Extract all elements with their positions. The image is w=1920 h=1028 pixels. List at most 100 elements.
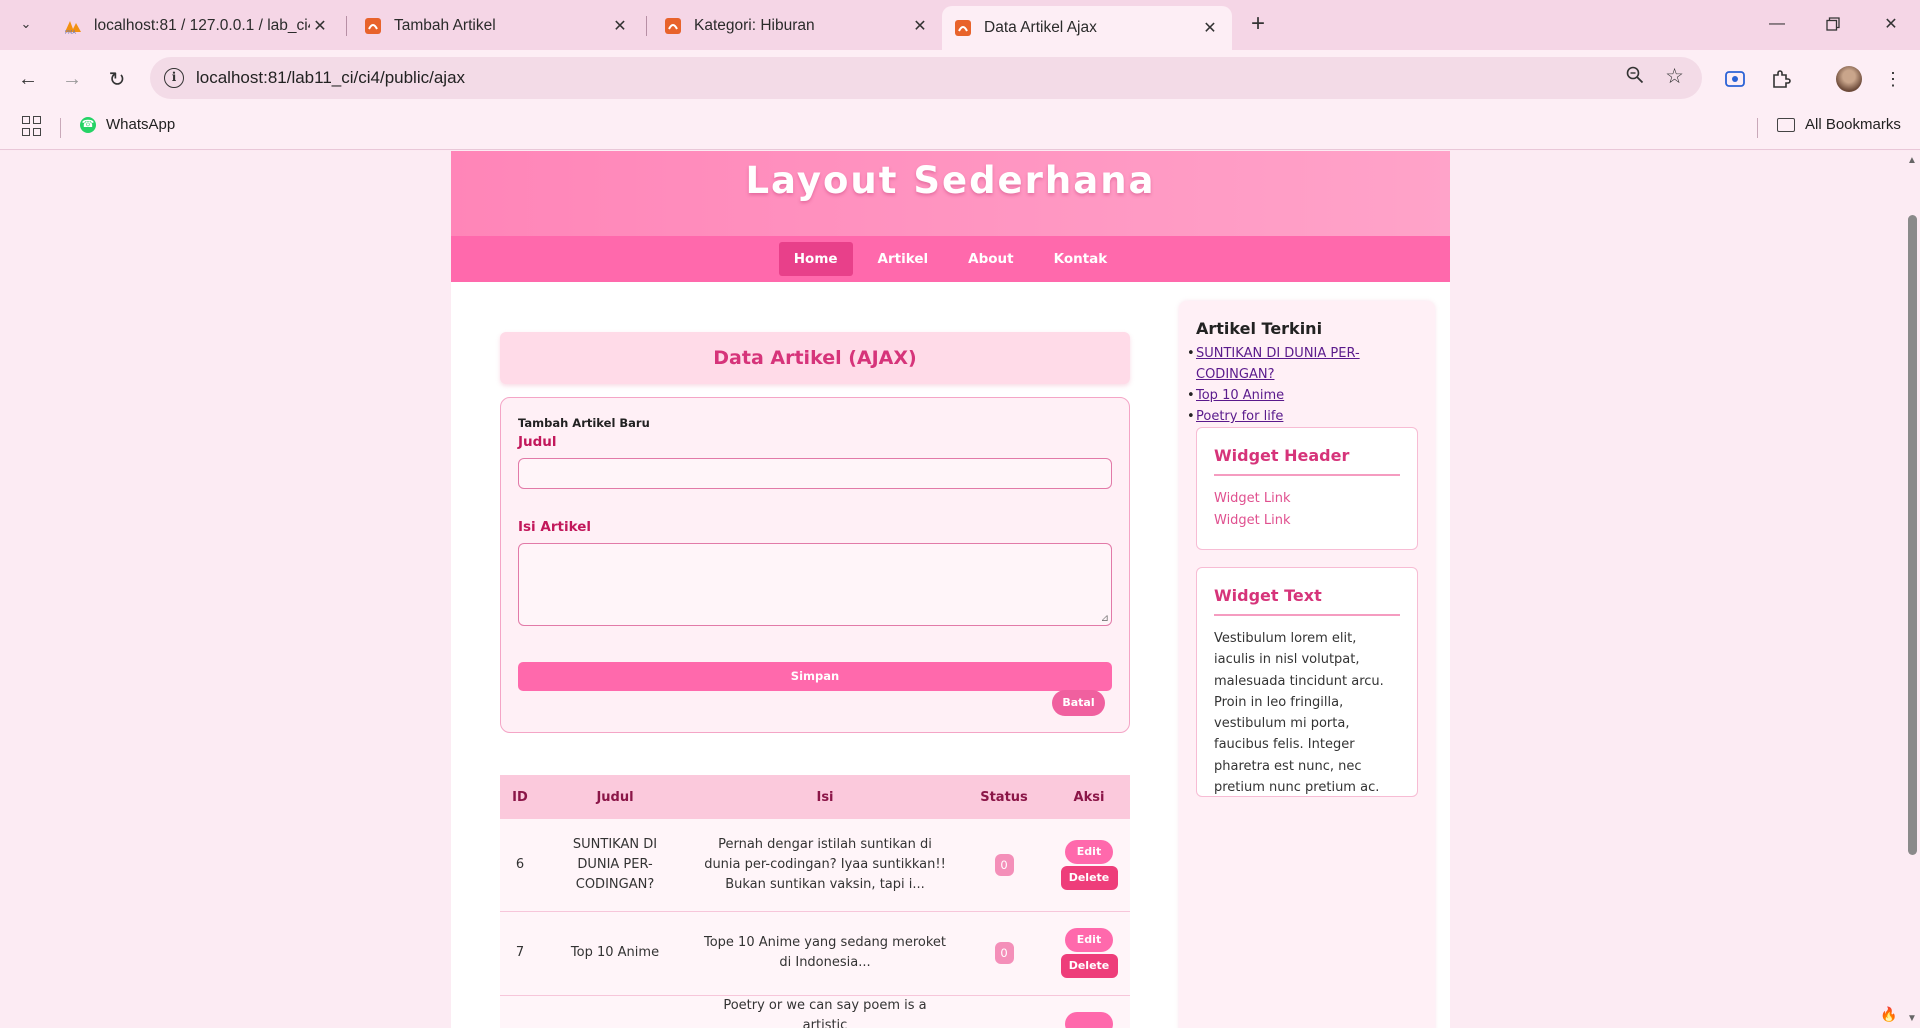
- whatsapp-icon: ☎: [80, 116, 96, 133]
- close-icon[interactable]: ✕: [1200, 18, 1220, 38]
- nav-kontak[interactable]: Kontak: [1039, 242, 1123, 276]
- bookmark-whatsapp[interactable]: ☎ WhatsApp: [80, 116, 175, 133]
- edit-button[interactable]: Edit: [1065, 928, 1113, 952]
- table-row: 7 Top 10 Anime Tope 10 Anime yang sedang…: [500, 911, 1130, 996]
- recent-article-link[interactable]: SUNTIKAN DI DUNIA PER-CODINGAN?: [1196, 346, 1360, 382]
- isi-textarea[interactable]: ⊿: [518, 543, 1112, 626]
- delete-button[interactable]: Delete: [1060, 954, 1118, 978]
- cancel-button[interactable]: Batal: [1052, 690, 1105, 716]
- articles-table: ID Judul Isi Status Aksi 6 SUNTIKAN DI D…: [500, 775, 1130, 1028]
- window-close-icon[interactable]: ✕: [1871, 10, 1911, 38]
- status-badge: 0: [994, 853, 1014, 876]
- forward-icon[interactable]: →: [56, 63, 88, 95]
- list-item: Poetry for life: [1187, 406, 1421, 427]
- cell-aksi: Edit Delete: [1048, 819, 1130, 912]
- address-bar[interactable]: i localhost:81/lab11_ci/ci4/public/ajax …: [150, 57, 1702, 99]
- status-badge: 0: [994, 942, 1014, 964]
- tab-search-chevron-icon[interactable]: ⌄: [12, 10, 40, 38]
- close-icon[interactable]: ✕: [610, 16, 630, 36]
- tab-title: Data Artikel Ajax: [984, 19, 1097, 36]
- back-icon[interactable]: ←: [12, 63, 44, 95]
- tab-kategori-hiburan[interactable]: Kategori: Hiburan ✕: [652, 6, 942, 46]
- cell-aksi: Edit Delete: [1048, 911, 1130, 996]
- page-container: Layout Sederhana Home Artikel About Kont…: [451, 151, 1450, 1028]
- scroll-down-icon[interactable]: ▼: [1907, 1013, 1917, 1024]
- all-bookmarks[interactable]: All Bookmarks: [1777, 116, 1901, 133]
- tab-title: localhost:81 / 127.0.0.1 / lab_ci4: [94, 17, 310, 34]
- list-item: SUNTIKAN DI DUNIA PER-CODINGAN?: [1187, 343, 1421, 385]
- zoom-icon[interactable]: [1626, 66, 1644, 89]
- kebab-menu-icon[interactable]: ⋮: [1880, 66, 1906, 92]
- minimize-icon[interactable]: —: [1757, 10, 1797, 38]
- svg-text:PMA: PMA: [65, 30, 76, 35]
- flame-icon: 🔥: [1880, 1006, 1898, 1022]
- screencast-icon[interactable]: [1722, 66, 1748, 92]
- add-article-form: Tambah Artikel Baru Judul Isi Artikel ⊿ …: [500, 397, 1130, 733]
- tab-title: Kategori: Hiburan: [694, 17, 815, 34]
- widget-header: Widget Header Widget Link Widget Link: [1196, 427, 1418, 550]
- url-text[interactable]: localhost:81/lab11_ci/ci4/public/ajax: [196, 68, 465, 88]
- cell-id: [500, 995, 540, 1028]
- page-scrollbar[interactable]: ▲ ▼: [1904, 151, 1920, 1028]
- cell-judul: Top 10 Anime: [540, 911, 690, 996]
- form-title: Tambah Artikel Baru: [518, 416, 650, 430]
- tab-tambah-artikel[interactable]: Tambah Artikel ✕: [352, 6, 642, 46]
- bookmark-label: WhatsApp: [106, 116, 176, 133]
- recent-articles-list: SUNTIKAN DI DUNIA PER-CODINGAN? Top 10 A…: [1187, 343, 1421, 427]
- table-header-row: ID Judul Isi Status Aksi: [500, 775, 1130, 819]
- sidebar-title: Artikel Terkini: [1196, 319, 1323, 338]
- nav-home[interactable]: Home: [778, 242, 853, 276]
- codeigniter-icon: [955, 20, 971, 36]
- col-judul: Judul: [540, 775, 690, 819]
- nav-artikel[interactable]: Artikel: [863, 242, 944, 276]
- recent-article-link[interactable]: Top 10 Anime: [1196, 388, 1284, 403]
- save-button[interactable]: Simpan: [518, 662, 1112, 691]
- bookmark-divider: [1757, 118, 1758, 138]
- tab-phpmyadmin[interactable]: PMA localhost:81 / 127.0.0.1 / lab_ci4 ✕: [52, 6, 342, 46]
- main-content: Data Artikel (AJAX) Tambah Artikel Baru …: [500, 332, 1130, 1028]
- restore-icon[interactable]: [1813, 10, 1853, 38]
- profile-avatar[interactable]: [1836, 66, 1862, 92]
- widget-link[interactable]: Widget Link: [1214, 488, 1417, 510]
- extensions-icon[interactable]: [1768, 66, 1794, 92]
- edit-button[interactable]: [1065, 1011, 1113, 1028]
- cell-isi: Tope 10 Anime yang sedang meroket di Ind…: [690, 911, 960, 996]
- recent-article-link[interactable]: Poetry for life: [1196, 409, 1283, 424]
- tab-data-artikel-ajax[interactable]: Data Artikel Ajax ✕: [942, 6, 1232, 50]
- site-info-icon[interactable]: i: [164, 68, 184, 88]
- col-isi: Isi: [690, 775, 960, 819]
- widget-link[interactable]: Widget Link: [1214, 510, 1417, 532]
- bookmark-label: All Bookmarks: [1805, 116, 1901, 133]
- judul-input[interactable]: [518, 458, 1112, 489]
- nav-about[interactable]: About: [953, 242, 1028, 276]
- col-id: ID: [500, 775, 540, 819]
- close-icon[interactable]: ✕: [310, 16, 330, 36]
- page-title: Data Artikel (AJAX): [500, 332, 1130, 384]
- apps-grid-icon[interactable]: [22, 116, 42, 136]
- reload-icon[interactable]: ↻: [101, 63, 133, 95]
- widget-text: Widget Text Vestibulum lorem elit, iacul…: [1196, 567, 1418, 797]
- cell-status: 0: [960, 819, 1048, 912]
- new-tab-icon[interactable]: +: [1245, 12, 1271, 36]
- cell-isi: Pernah dengar istilah suntikan di dunia …: [690, 819, 960, 912]
- sidebar: Artikel Terkini SUNTIKAN DI DUNIA PER-CO…: [1179, 301, 1435, 1028]
- bookmark-divider: [60, 118, 61, 138]
- scroll-up-icon[interactable]: ▲: [1907, 155, 1917, 166]
- cell-judul: [540, 995, 690, 1028]
- edit-button[interactable]: Edit: [1065, 839, 1113, 864]
- col-status: Status: [960, 775, 1048, 819]
- cell-judul: SUNTIKAN DI DUNIA PER-CODINGAN?: [540, 819, 690, 912]
- close-icon[interactable]: ✕: [910, 16, 930, 36]
- cell-status: [960, 995, 1048, 1028]
- delete-button[interactable]: Delete: [1060, 865, 1118, 890]
- page-viewport: Layout Sederhana Home Artikel About Kont…: [0, 151, 1904, 1028]
- scrollbar-thumb[interactable]: [1908, 215, 1917, 855]
- bookmarks-bar: ☎ WhatsApp All Bookmarks: [0, 108, 1920, 150]
- browser-toolbar: ← → ↻ i localhost:81/lab11_ci/ci4/public…: [0, 50, 1920, 108]
- codeigniter-icon: [365, 18, 381, 34]
- tab-title: Tambah Artikel: [394, 17, 496, 34]
- site-header: Layout Sederhana: [451, 151, 1450, 236]
- widget-text-body: Vestibulum lorem elit, iaculis in nisl v…: [1214, 631, 1384, 796]
- resize-grip-icon[interactable]: ⊿: [1101, 613, 1109, 624]
- bookmark-star-icon[interactable]: ☆: [1665, 64, 1684, 89]
